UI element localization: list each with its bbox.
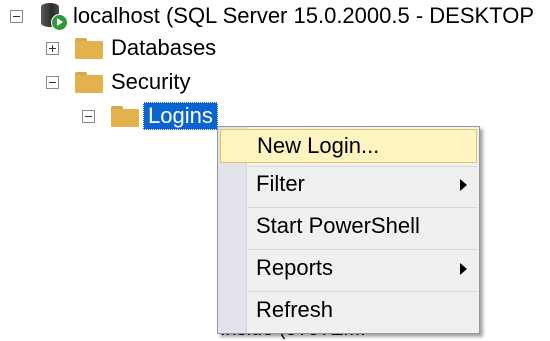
menu-item-label: Start PowerShell — [256, 213, 420, 238]
logins-node[interactable]: Logins — [82, 100, 218, 132]
menu-item-label: Reports — [256, 255, 334, 280]
security-label: Security — [111, 69, 191, 94]
menu-item-label: Refresh — [256, 297, 334, 322]
collapse-toggle[interactable] — [46, 75, 59, 89]
server-node[interactable]: localhost (SQL Server 15.0.2000.5 - DESK… — [10, 0, 534, 32]
databases-label: Databases — [111, 35, 217, 60]
menu-separator — [248, 249, 477, 250]
collapse-toggle[interactable] — [10, 9, 23, 23]
folder-icon — [75, 37, 103, 59]
menu-item-filter[interactable]: Filter — [220, 167, 477, 201]
menu-item-new-login[interactable]: New Login... — [220, 129, 477, 163]
menu-separator — [248, 291, 477, 292]
database-server-icon — [39, 2, 68, 31]
submenu-arrow-icon — [460, 179, 467, 191]
databases-node[interactable]: Databases — [46, 32, 216, 64]
menu-item-refresh[interactable]: Refresh — [220, 293, 477, 327]
menu-item-label: Filter — [256, 171, 305, 196]
server-label: localhost (SQL Server 15.0.2000.5 - DESK… — [73, 3, 535, 28]
folder-icon — [75, 71, 103, 93]
context-menu: New Login... Filter Start PowerShell Rep… — [217, 126, 480, 334]
submenu-arrow-icon — [460, 263, 467, 275]
menu-item-label: New Login... — [257, 133, 380, 158]
collapse-toggle[interactable] — [82, 109, 95, 123]
folder-icon — [111, 105, 139, 127]
menu-separator — [248, 207, 477, 208]
expand-toggle[interactable] — [46, 41, 59, 55]
menu-item-reports[interactable]: Reports — [220, 251, 477, 285]
menu-item-start-powershell[interactable]: Start PowerShell — [220, 209, 477, 243]
security-node[interactable]: Security — [46, 66, 190, 98]
logins-label: Logins — [143, 102, 218, 130]
